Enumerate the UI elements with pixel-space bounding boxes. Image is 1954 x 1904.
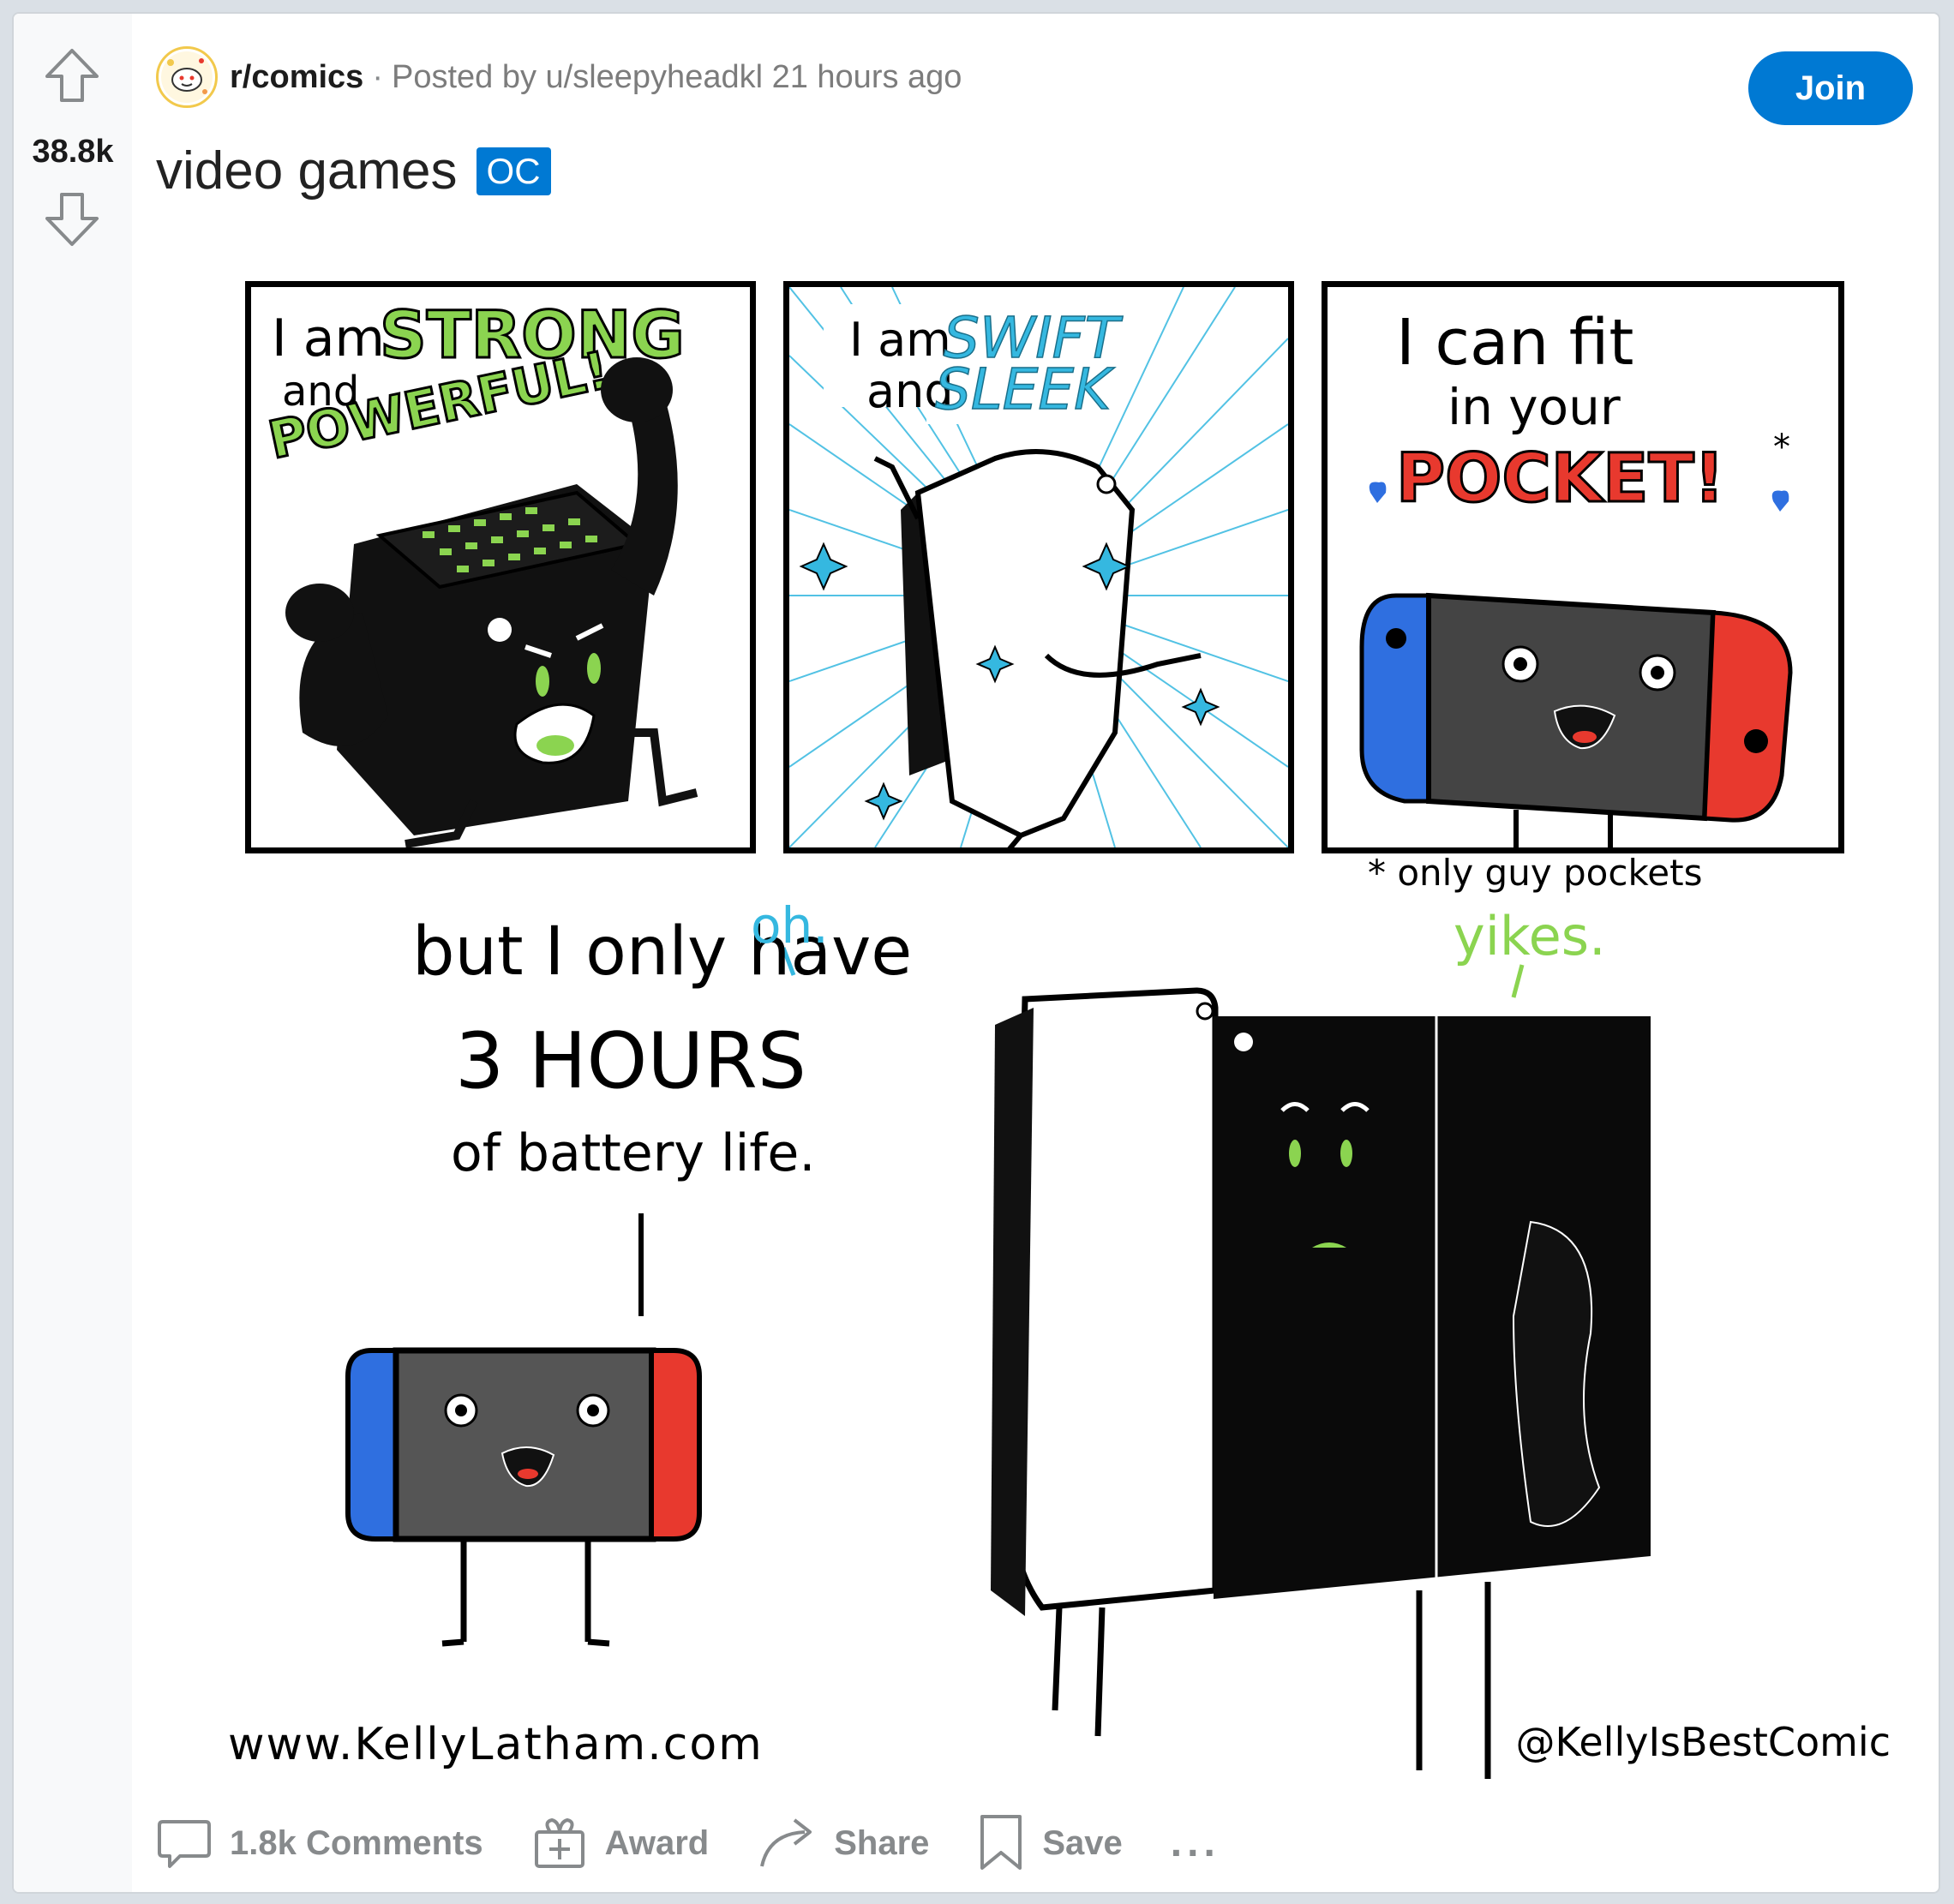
comments-button[interactable]: 1.8k Comments: [156, 1815, 483, 1871]
save-button[interactable]: Save: [977, 1813, 1123, 1873]
comments-label: 1.8k Comments: [230, 1823, 483, 1862]
post-card[interactable]: 38.8k r/comics · Posted by u/sleepyheadk…: [12, 12, 1940, 1894]
bookmark-icon: [977, 1813, 1025, 1873]
post-actions-bar: 1.8k Comments Award Share Save ...: [156, 1805, 1268, 1882]
comic-panel-playstation: I am SWIFT and SLEEK: [783, 281, 1294, 853]
xbox-character-illustration: I am STRONG and POWERFUL!: [262, 296, 698, 847]
panel3-text-pocket: POCKET!: [1396, 440, 1724, 518]
share-label: Share: [834, 1823, 930, 1862]
oc-flair-badge: OC: [476, 147, 551, 195]
panel3-footnote: * only guy pockets: [1368, 852, 1703, 894]
artist-handle-credit: @KellyIsBestComic: [1515, 1719, 1891, 1765]
arrow-down-icon: [45, 193, 99, 246]
comic-image[interactable]: I am STRONG and POWERFUL! I am SWIFT and…: [228, 271, 1891, 1805]
panel3-text-star: *: [1773, 428, 1790, 467]
comic-panel-xbox: I am STRONG and POWERFUL!: [245, 281, 756, 853]
header-separator: ·: [372, 58, 383, 95]
downvote-button[interactable]: [38, 185, 106, 254]
subreddit-avatar[interactable]: [156, 46, 218, 108]
comment-icon: [156, 1815, 213, 1871]
share-button[interactable]: Share: [757, 1815, 929, 1871]
comic-bottom-scene: but I only have 3 HOURS of battery life.…: [228, 896, 1891, 1805]
comic-panel-switch: I can fit in your POCKET! *: [1322, 281, 1844, 853]
vote-count: 38.8k: [32, 134, 114, 170]
upvote-button[interactable]: [38, 41, 106, 110]
speech-line-2: 3 HOURS: [455, 1016, 806, 1106]
panel3-text-inyour: in your: [1448, 378, 1621, 436]
more-options-button[interactable]: ...: [1170, 1820, 1220, 1865]
switch-character-illustration: I can fit in your POCKET! *: [1359, 306, 1793, 847]
more-options-icon: ...: [1170, 1820, 1220, 1865]
title-row: video games OC: [156, 141, 551, 201]
join-button[interactable]: Join: [1748, 51, 1913, 125]
reaction-oh: oh.: [751, 896, 829, 955]
subreddit-avatar-icon: [161, 51, 213, 103]
award-label: Award: [604, 1823, 710, 1862]
post-header: r/comics · Posted by u/sleepyheadkl 21 h…: [156, 43, 962, 111]
panel2-text-sleek: SLEEK: [935, 356, 1115, 422]
save-label: Save: [1042, 1823, 1123, 1862]
artist-website-credit: www.KellyLatham.com: [228, 1719, 764, 1770]
subreddit-link[interactable]: r/comics: [230, 59, 363, 96]
posted-by-text[interactable]: Posted by u/sleepyheadkl 21 hours ago: [392, 59, 962, 96]
panel3-text-canfit: I can fit: [1396, 306, 1633, 380]
award-button[interactable]: Award: [531, 1815, 710, 1871]
post-title[interactable]: video games: [156, 141, 458, 201]
share-arrow-icon: [757, 1815, 817, 1871]
playstation-character-illustration: I am SWIFT and SLEEK: [789, 287, 1288, 847]
arrow-up-icon: [45, 49, 99, 102]
gift-icon: [531, 1815, 588, 1871]
reaction-yikes: yikes.: [1454, 905, 1606, 967]
panel1-text-iam: I am: [272, 308, 385, 368]
speech-line-1: but I only have: [412, 913, 913, 991]
vote-column: 38.8k: [14, 14, 132, 1892]
speech-line-3: of battery life.: [451, 1123, 816, 1183]
